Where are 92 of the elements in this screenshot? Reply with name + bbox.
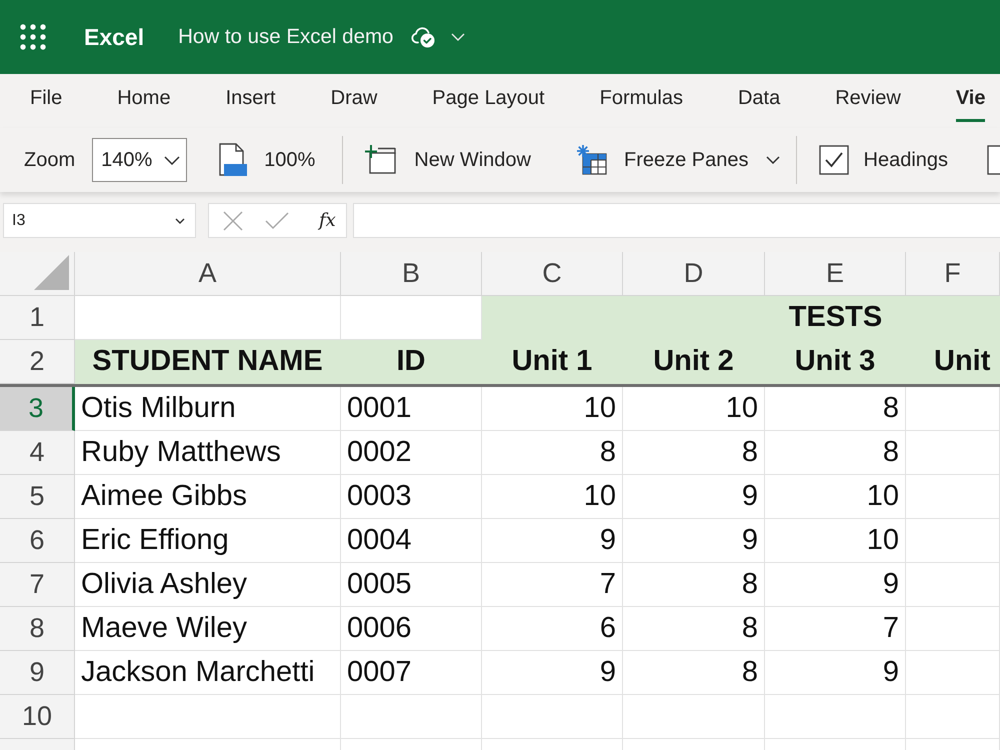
headings-checkbox[interactable]: Headings xyxy=(818,145,948,175)
column-header[interactable]: C xyxy=(482,252,623,296)
score-cell[interactable]: 8 xyxy=(623,607,765,651)
checkbox-icon[interactable] xyxy=(987,145,1000,175)
check-mark-icon[interactable] xyxy=(265,212,289,230)
new-window-button[interactable]: New Window xyxy=(365,145,531,175)
text-cell[interactable]: Jackson Marchetti xyxy=(75,651,341,695)
zoom-dropdown[interactable]: 140% xyxy=(92,138,188,182)
grid-asterisk-icon xyxy=(576,145,607,175)
score-cell[interactable]: 7 xyxy=(482,563,623,607)
score-cell[interactable]: 9 xyxy=(765,563,906,607)
checkbox-icon[interactable] xyxy=(818,145,848,175)
column-header[interactable]: E xyxy=(765,252,906,296)
score-cell[interactable]: 9 xyxy=(482,519,623,563)
score-cell[interactable]: 9 xyxy=(623,519,765,563)
row-header[interactable]: 9 xyxy=(0,651,75,695)
row-header[interactable]: 6 xyxy=(0,519,75,563)
ribbon-tab[interactable]: Home xyxy=(117,82,171,122)
header-cell[interactable]: STUDENT NAME xyxy=(75,340,341,384)
text-cell[interactable]: 0003 xyxy=(341,475,482,519)
score-cell[interactable]: 10 xyxy=(482,387,623,431)
ribbon-tab[interactable]: Data xyxy=(738,82,780,122)
row-header[interactable]: 2 xyxy=(0,340,75,384)
zoom-100-button[interactable]: 100% xyxy=(217,143,316,177)
score-cell[interactable]: 10 xyxy=(623,387,765,431)
score-cell[interactable]: 9 xyxy=(623,475,765,519)
row-header[interactable]: 4 xyxy=(0,431,75,475)
score-cell[interactable]: 9 xyxy=(765,651,906,695)
text-cell[interactable]: Aimee Gibbs xyxy=(75,475,341,519)
ribbon-tab[interactable]: Vie xyxy=(956,82,986,122)
row-header[interactable]: 3 xyxy=(0,387,75,431)
column-header[interactable]: F xyxy=(906,252,1000,296)
window-plus-icon xyxy=(365,145,398,175)
score-cell[interactable]: 8 xyxy=(765,431,906,475)
chevron-down-icon xyxy=(175,218,185,224)
score-cell[interactable]: 6 xyxy=(482,607,623,651)
text-cell[interactable]: Ruby Matthews xyxy=(75,431,341,475)
text-cell[interactable]: 0004 xyxy=(341,519,482,563)
text-cell[interactable]: Eric Effiong xyxy=(75,519,341,563)
ribbon-tab[interactable]: Page Layout xyxy=(432,82,545,122)
cloud-check-icon xyxy=(411,26,436,48)
freeze-panes-button[interactable]: Freeze Panes xyxy=(576,145,780,175)
text-cell[interactable]: 0005 xyxy=(341,563,482,607)
text-cell[interactable]: Olivia Ashley xyxy=(75,563,341,607)
ribbon-tab[interactable]: Review xyxy=(835,82,901,122)
score-cell[interactable]: 10 xyxy=(765,475,906,519)
app-launcher-icon[interactable] xyxy=(20,24,46,50)
header-cell[interactable]: Unit 2 xyxy=(623,340,765,384)
text-cell[interactable]: 0007 xyxy=(341,651,482,695)
select-all-icon[interactable] xyxy=(34,255,69,290)
score-cell[interactable]: 10 xyxy=(482,475,623,519)
score-cell[interactable]: 9 xyxy=(482,651,623,695)
chevron-down-icon[interactable] xyxy=(451,33,466,41)
text-cell[interactable]: 0006 xyxy=(341,607,482,651)
text-cell[interactable]: Otis Milburn xyxy=(75,387,341,431)
ribbon-tab[interactable]: File xyxy=(30,82,62,122)
score-cell[interactable]: 8 xyxy=(765,387,906,431)
row-header[interactable]: 7 xyxy=(0,563,75,607)
row-header[interactable]: 5 xyxy=(0,475,75,519)
header-cell[interactable]: Unit xyxy=(906,340,1000,384)
score-cell[interactable]: 10 xyxy=(765,519,906,563)
row-header[interactable]: 8 xyxy=(0,607,75,651)
text-cell[interactable]: 0002 xyxy=(341,431,482,475)
insert-function-button[interactable]: fx xyxy=(319,207,336,234)
score-cell[interactable]: 8 xyxy=(623,651,765,695)
chevron-down-icon xyxy=(766,156,780,164)
name-box[interactable]: I3 xyxy=(3,203,196,238)
header-cell[interactable]: Unit 1 xyxy=(482,340,623,384)
x-mark-icon[interactable] xyxy=(223,210,243,230)
score-cell[interactable]: 8 xyxy=(623,431,765,475)
text-cell[interactable]: Maeve Wiley xyxy=(75,607,341,651)
row-header[interactable]: 1 xyxy=(0,296,75,340)
chevron-down-icon xyxy=(164,156,180,164)
formula-input[interactable] xyxy=(353,203,1000,238)
ribbon-tab[interactable]: Draw xyxy=(330,82,378,122)
score-cell[interactable]: 7 xyxy=(765,607,906,651)
header-cell[interactable]: Unit 3 xyxy=(765,340,906,384)
score-cell[interactable]: 8 xyxy=(482,431,623,475)
header-cell[interactable]: ID xyxy=(341,340,482,384)
column-header[interactable]: A xyxy=(75,252,341,296)
score-cell[interactable]: 8 xyxy=(623,563,765,607)
ribbon-tab[interactable]: Formulas xyxy=(600,82,683,122)
ribbon-tab[interactable]: Insert xyxy=(226,82,276,122)
row-header[interactable]: 10 xyxy=(0,695,75,739)
column-header[interactable]: D xyxy=(623,252,765,296)
merged-header-cell[interactable]: TESTS xyxy=(482,296,1000,340)
document-title[interactable]: How to use Excel demo xyxy=(178,22,394,52)
text-cell[interactable]: 0001 xyxy=(341,387,482,431)
app-name[interactable]: Excel xyxy=(84,20,144,54)
column-header[interactable]: B xyxy=(341,252,482,296)
document-icon xyxy=(217,143,248,177)
zoom-label: Zoom xyxy=(24,148,76,173)
